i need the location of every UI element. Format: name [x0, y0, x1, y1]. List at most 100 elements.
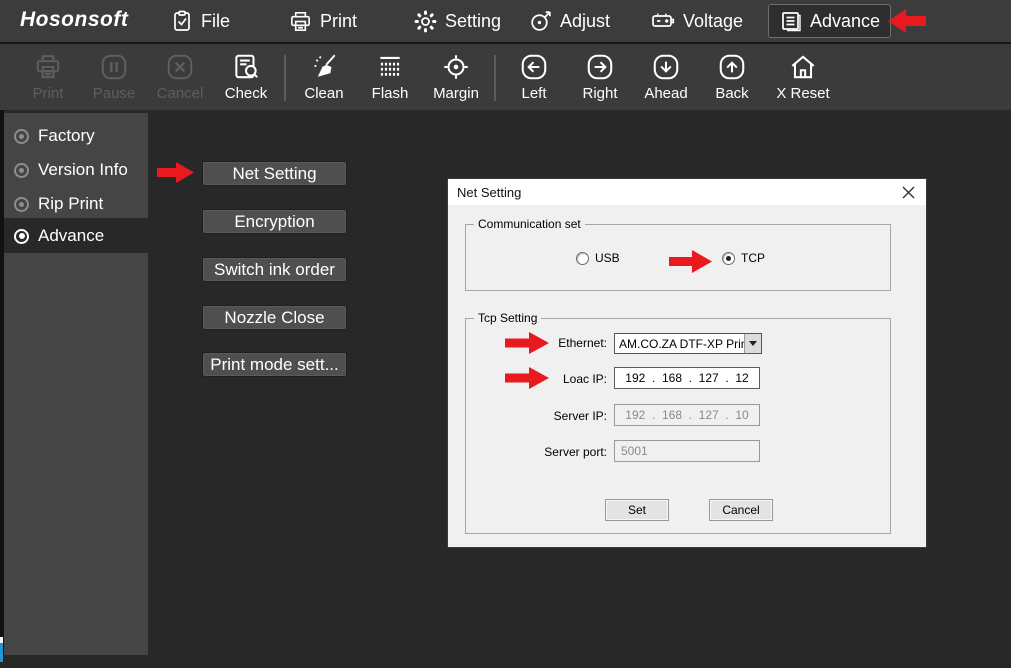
menu-item-label: Print [320, 11, 357, 32]
combo-dropdown-button[interactable] [744, 334, 761, 353]
net-setting-dialog: Net Setting Communication set USB TCP Tc… [447, 178, 927, 548]
app-logo: Hosonsoft [20, 8, 128, 32]
home-icon [788, 49, 818, 85]
server-port-input [614, 440, 760, 462]
button-label: Switch ink order [214, 260, 335, 280]
print-mode-setting-button[interactable]: Print mode sett... [202, 352, 347, 377]
arrow-left-icon [519, 49, 549, 85]
sidebar-item-factory[interactable]: Factory [4, 119, 148, 153]
tcp-setting-group: Tcp Setting Ethernet: AM.CO.ZA DTF-XP Pr… [465, 318, 891, 534]
toolbar-left-button[interactable]: Left [506, 49, 562, 107]
toolbar-clean-button[interactable]: Clean [296, 49, 352, 107]
close-icon[interactable] [901, 185, 916, 200]
local-ip-label: Loac IP: [466, 372, 607, 386]
printer-icon [33, 49, 63, 85]
radio-icon [14, 129, 29, 144]
ethernet-selected-value: AM.CO.ZA DTF-XP Printer [615, 337, 744, 351]
toolbar-back-button[interactable]: Back [704, 49, 760, 107]
usb-radio[interactable]: USB [576, 251, 620, 265]
ethernet-label: Ethernet: [466, 336, 607, 350]
tcp-radio[interactable]: TCP [722, 251, 765, 265]
sidebar-item-label: Factory [38, 126, 95, 146]
sidebar-item-advance[interactable]: Advance [4, 222, 148, 250]
crosshair-icon [441, 49, 471, 85]
annotation-arrow-net-setting [157, 162, 194, 188]
target-icon [528, 9, 553, 34]
button-label: Set [628, 503, 646, 517]
menu-item-voltage[interactable]: Voltage [650, 0, 743, 42]
list-icon [779, 9, 803, 33]
menu-item-file[interactable]: File [170, 0, 230, 42]
annotation-arrow-advance [888, 9, 926, 38]
radio-icon [576, 252, 589, 265]
ethernet-select[interactable]: AM.CO.ZA DTF-XP Printer [614, 333, 762, 354]
toolbar-item-label: Right [582, 85, 617, 103]
cancel-button[interactable]: Cancel [709, 499, 773, 521]
button-label: Nozzle Close [224, 308, 324, 328]
arrow-down-icon [651, 49, 681, 85]
gear-icon [413, 9, 438, 34]
encryption-button[interactable]: Encryption [202, 209, 347, 234]
menu-item-print[interactable]: Print [288, 0, 357, 42]
toolbar-item-label: Cancel [157, 85, 204, 103]
sidebar-item-rip-print[interactable]: Rip Print [4, 187, 148, 221]
toolbar-right-button[interactable]: Right [572, 49, 628, 107]
toolbar-item-label: Ahead [644, 85, 687, 103]
toolbar-margin-button[interactable]: Margin [428, 49, 484, 107]
switch-ink-order-button[interactable]: Switch ink order [202, 257, 347, 282]
chevron-down-icon [749, 341, 757, 346]
sidebar-item-label: Advance [38, 226, 104, 246]
cancel-icon [165, 49, 195, 85]
button-label: Cancel [722, 503, 759, 517]
radio-icon [14, 197, 29, 212]
background-window-sliver-blue [0, 643, 3, 662]
doc-search-icon [231, 49, 261, 85]
menu-item-setting[interactable]: Setting [413, 0, 501, 42]
radio-icon [14, 163, 29, 178]
menu-item-label: File [201, 11, 230, 32]
toolbar-ahead-button[interactable]: Ahead [638, 49, 694, 107]
dialog-title-bar[interactable]: Net Setting [448, 179, 926, 205]
toolbar-check-button[interactable]: Check [218, 49, 274, 107]
toolbar-item-label: Check [225, 85, 268, 103]
menu-item-label: Voltage [683, 11, 743, 32]
toolbar-item-label: Clean [304, 85, 343, 103]
radio-label: TCP [741, 251, 765, 265]
sidebar-item-version-info[interactable]: Version Info [4, 153, 148, 187]
toolbar-item-label: X Reset [776, 85, 829, 103]
toolbar-item-label: Back [715, 85, 748, 103]
toolbar-item-label: Pause [93, 85, 136, 103]
toolbar-item-label: Flash [372, 85, 409, 103]
menu-item-advance[interactable]: Advance [768, 4, 891, 38]
pause-icon [99, 49, 129, 85]
menu-item-label: Adjust [560, 11, 610, 32]
arrow-up-icon [717, 49, 747, 85]
nozzle-grid-icon [375, 49, 405, 85]
server-port-label: Server port: [466, 445, 607, 459]
group-title: Communication set [474, 217, 585, 231]
annotation-arrow-tcp [669, 250, 712, 276]
toolbar-flash-button[interactable]: Flash [362, 49, 418, 107]
battery-icon [650, 8, 676, 34]
toolbar-item-label: Margin [433, 85, 479, 103]
sidebar-item-label: Version Info [38, 160, 128, 180]
printer-icon [288, 9, 313, 34]
toolbar: Print Pause Cancel Check Clean Flash Mar… [0, 44, 1011, 110]
server-ip-input [614, 404, 760, 426]
menu-item-adjust[interactable]: Adjust [528, 0, 610, 42]
nozzle-close-button[interactable]: Nozzle Close [202, 305, 347, 330]
broom-icon [309, 49, 339, 85]
set-button[interactable]: Set [605, 499, 669, 521]
net-setting-button[interactable]: Net Setting [202, 161, 347, 186]
arrow-right-icon [585, 49, 615, 85]
toolbar-pause-button: Pause [86, 49, 142, 107]
sidebar-panel-top: Factory Version Info Rip Print [4, 113, 148, 218]
menu-item-label: Setting [445, 11, 501, 32]
sidebar-item-label: Rip Print [38, 194, 103, 214]
local-ip-input[interactable] [614, 367, 760, 389]
menu-item-label: Advance [810, 11, 880, 32]
radio-selected-icon [14, 229, 29, 244]
radio-selected-icon [722, 252, 735, 265]
dialog-title: Net Setting [457, 185, 521, 200]
toolbar-xreset-button[interactable]: X Reset [770, 49, 836, 107]
